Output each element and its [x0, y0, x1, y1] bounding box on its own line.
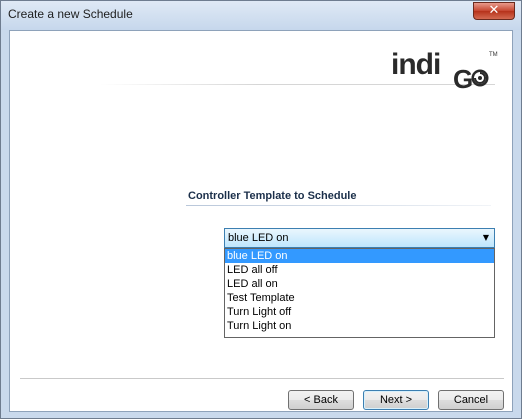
close-button[interactable]: ✕ [473, 2, 515, 20]
template-select[interactable]: blue LED on ▼ [224, 228, 495, 248]
dropdown-option[interactable]: Test Template [225, 291, 494, 305]
logo-text: indi [391, 48, 441, 81]
dropdown-option[interactable]: Turn Light on [225, 319, 494, 333]
go-swirl-logo-icon: G [453, 64, 489, 90]
dialog-window: Create a new Schedule ✕ indi G TM Contro… [0, 0, 522, 419]
chevron-down-icon[interactable]: ▼ [483, 233, 489, 242]
title-bar[interactable]: Create a new Schedule ✕ [1, 1, 521, 30]
next-button[interactable]: Next > [363, 390, 429, 410]
dropdown-option[interactable]: Turn Light off [225, 305, 494, 319]
footer-divider [20, 378, 504, 379]
back-button[interactable]: < Back [288, 390, 354, 410]
close-icon: ✕ [488, 3, 500, 18]
cancel-button[interactable]: Cancel [438, 390, 504, 410]
section-title: Controller Template to Schedule [188, 190, 357, 202]
trademark-mark: TM [489, 52, 498, 58]
dropdown-option[interactable]: LED all on [225, 277, 494, 291]
dropdown-option[interactable]: blue LED on [225, 249, 494, 263]
indigo-logo: indi G TM [391, 48, 501, 92]
template-select-value: blue LED on [228, 232, 289, 244]
wizard-content: indi G TM Controller Template to Schedul… [9, 30, 513, 412]
svg-text:G: G [453, 64, 473, 90]
window-title: Create a new Schedule [8, 7, 133, 21]
dropdown-option[interactable]: LED all off [225, 263, 494, 277]
template-dropdown-list: blue LED on LED all off LED all on Test … [224, 248, 495, 338]
section-divider [186, 205, 491, 206]
